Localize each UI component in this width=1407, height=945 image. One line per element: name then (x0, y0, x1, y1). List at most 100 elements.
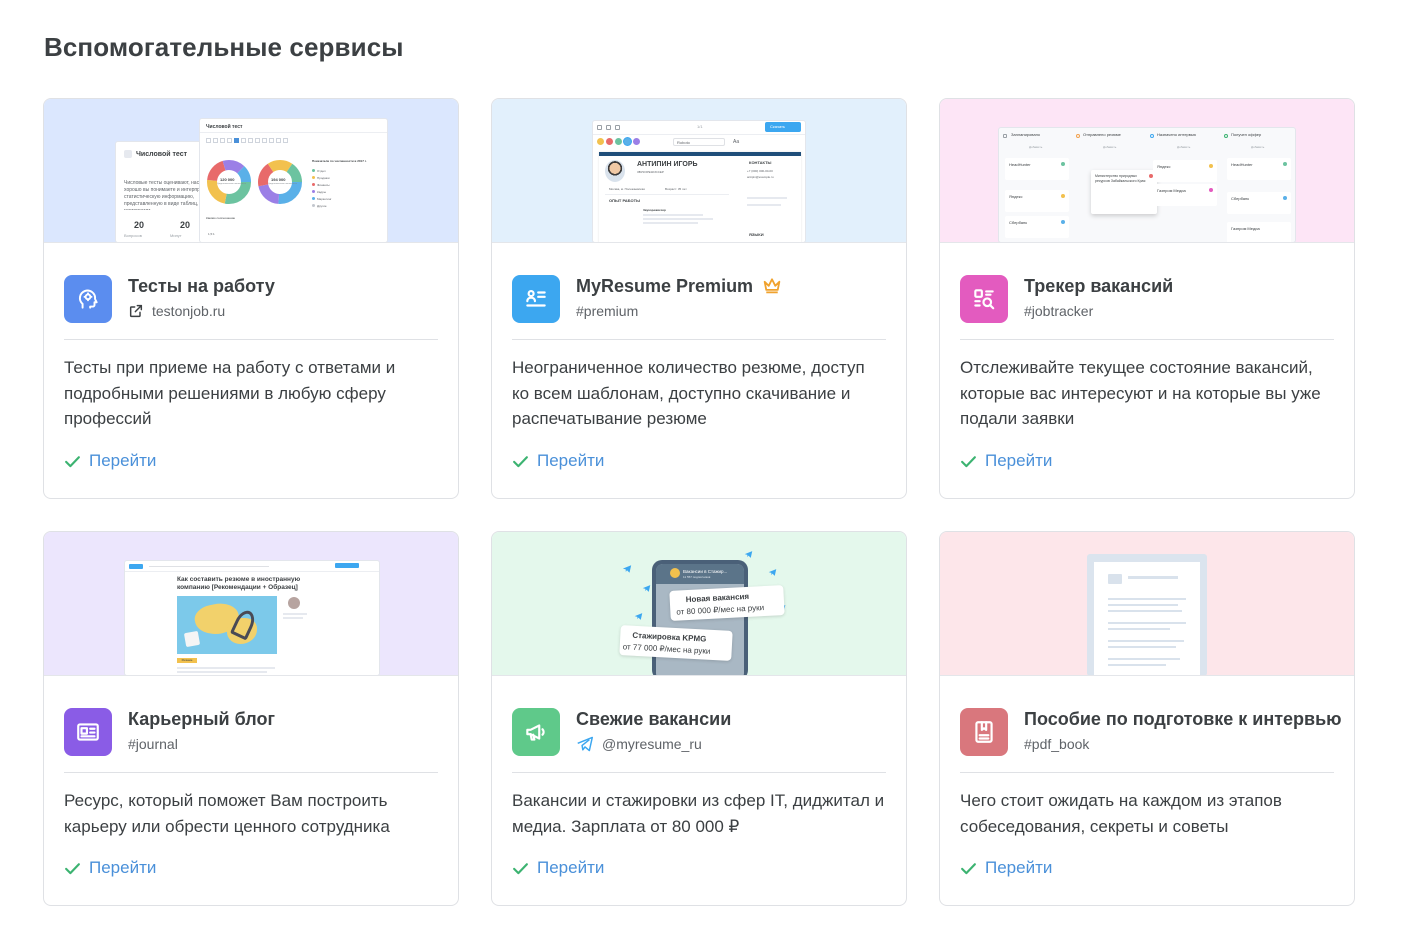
card-subtitle: #premium (576, 303, 638, 319)
banner-donut-chart-1 (207, 160, 251, 204)
banner-contact-email: antipin@example.ru (747, 175, 774, 179)
card-divider (960, 339, 1334, 340)
banner-font-select: Roboto (673, 138, 725, 146)
card-subtitle-text: #journal (128, 736, 178, 752)
card-title: Пособие по подготовке к интервью (1024, 709, 1342, 729)
card-divider (64, 339, 438, 340)
paper-plane-icon (622, 565, 632, 573)
banner-kanban-screenshot: Запланировано Отправлено резюме Назначен… (998, 127, 1296, 242)
check-icon (961, 862, 976, 874)
paper-plane-icon (744, 551, 753, 558)
go-link[interactable]: Перейти (64, 858, 156, 878)
banner-donut-chart-2 (258, 160, 302, 204)
go-link-label[interactable]: Перейти (89, 858, 156, 878)
banner-stat-questions: 20 (134, 220, 145, 230)
banner-add-card: Добавить (1103, 145, 1117, 149)
card-subtitle: #pdf_book (1024, 736, 1089, 752)
page-title: Вспомогательные сервисы (44, 32, 404, 62)
banner-donut-1-value: 120 000 (220, 177, 235, 182)
service-card-blog[interactable]: Как составить резюме в иностранную компа… (43, 531, 459, 906)
banner-resume-role: ЗВУКОРЕЖИССЕР (637, 170, 664, 174)
banner-job-card: HeadHunter (1231, 162, 1253, 167)
newspaper-icon (64, 708, 112, 756)
banner-legend-item: Кадры (317, 189, 326, 194)
banner-job-card: Сбербанк (1009, 220, 1027, 225)
banner-job-card: Министерство природных ресурсов Забайкал… (1095, 174, 1146, 183)
card-description: Вакансии и стажировки из сфер IT, диджит… (512, 791, 885, 836)
banner-column-header: Запланировано (1011, 132, 1040, 137)
check-icon (513, 455, 528, 467)
resume-list-icon (512, 275, 560, 323)
banner-message-text: от 77 000 ₽/мес на руки (622, 642, 711, 656)
paper-plane-icon (634, 613, 643, 620)
go-link-label[interactable]: Перейти (89, 451, 156, 471)
banner-color-swatches (597, 138, 640, 145)
go-link[interactable]: Перейти (960, 451, 1052, 471)
card-divider (512, 772, 886, 773)
card-subtitle: #journal (128, 736, 178, 752)
card-subtitle[interactable]: testonjob.ru (128, 303, 225, 319)
banner-add-card: Добавить (1251, 145, 1265, 149)
paper-plane-icon (642, 585, 651, 592)
banner-resume-age: Возраст: 35 лет (665, 187, 687, 191)
banner-column-header: Отправлено резюме (1083, 132, 1121, 137)
banner-resume-page: АНТИПИН ИГОРЬ ЗВУКОРЕЖИССЕР Москва, м. П… (599, 152, 801, 242)
go-link-label[interactable]: Перейти (985, 858, 1052, 878)
banner-stat-questions-label: Вопросов (124, 233, 142, 238)
check-icon (65, 455, 80, 467)
go-link-label[interactable]: Перейти (537, 451, 604, 471)
banner-back-title: Числовой тест (136, 151, 188, 158)
card-subtitle-text: #pdf_book (1024, 736, 1090, 752)
go-link[interactable]: Перейти (512, 451, 604, 471)
go-link[interactable]: Перейти (64, 451, 156, 471)
banner-add-card: Добавить (1177, 145, 1191, 149)
banner-section-contacts: КОНТАКТЫ (749, 160, 772, 165)
banner-resume-location: Москва, м. Полежаевская (609, 187, 645, 191)
crown-icon (763, 278, 781, 294)
card-banner-tests: Числовой тест Числовые тесты оценивают, … (44, 99, 458, 243)
card-divider (512, 339, 886, 340)
banner-resume-editor-screenshot: 1/1 Скачать Roboto Aa АНТИПИН ИГОРЬ ЗВУК… (592, 120, 806, 242)
card-divider (960, 772, 1334, 773)
service-card-vacancies[interactable]: Вакансии в Стажир... 11 557 подписчиков … (491, 531, 907, 906)
telegram-icon (577, 736, 593, 752)
card-banner-vacancies: Вакансии в Стажир... 11 557 подписчиков … (492, 532, 906, 676)
paper-plane-icon (768, 569, 777, 576)
banner-donut-2-value: 194 000 (271, 177, 286, 182)
card-title: Трекер вакансий (1024, 276, 1174, 296)
banner-answer-option: 1,5:1 (208, 232, 215, 236)
service-card-interview-book[interactable]: Пособие по подготовке к интервью #pdf_bo… (939, 531, 1355, 906)
banner-front-title: Числовой тест (206, 124, 243, 130)
banner-blog-article-screenshot: Как составить резюме в иностранную компа… (124, 560, 380, 675)
banner-column-header: Получен оффер (1231, 132, 1262, 137)
banner-book-cover (1087, 554, 1207, 675)
banner-donut-2-label: Среднесписочная численность (268, 183, 297, 185)
banner-job-card: Яндекс (1009, 194, 1023, 199)
card-description: Отслеживайте текущее состояние вакансий,… (960, 358, 1321, 428)
banner-avatar (605, 160, 625, 182)
card-title: Карьерный блог (128, 709, 275, 729)
service-card-tests[interactable]: Числовой тест Числовые тесты оценивают, … (43, 98, 459, 499)
service-card-jobtracker[interactable]: Запланировано Отправлено резюме Назначен… (939, 98, 1355, 499)
card-subtitle-text: testonjob.ru (152, 303, 226, 319)
service-card-premium[interactable]: 1/1 Скачать Roboto Aa АНТИПИН ИГОРЬ ЗВУК… (491, 98, 907, 499)
banner-message-internship: Стажировка KPMG от 77 000 ₽/мес на руки (619, 625, 733, 661)
go-link-label[interactable]: Перейти (537, 858, 604, 878)
banner-article-author (288, 597, 300, 609)
banner-contact-phone: +7 (000) 000-00-00 (747, 169, 773, 173)
search-document-icon (960, 275, 1008, 323)
banner-stat-minutes: 20 (180, 220, 191, 230)
go-link-label[interactable]: Перейти (985, 451, 1052, 471)
check-icon (961, 455, 976, 467)
card-subtitle-text: @myresume_ru (602, 736, 702, 752)
go-link[interactable]: Перейти (960, 858, 1052, 878)
banner-legend: Отдел Продажи Финансы Кадры Маркетинг Др… (312, 167, 332, 209)
banner-download-button: Скачать (765, 122, 801, 132)
card-banner-interview-book (940, 532, 1354, 676)
banner-job-card: Газпром Медиа (1157, 188, 1186, 193)
card-subtitle[interactable]: @myresume_ru (576, 736, 702, 752)
book-icon (960, 708, 1008, 756)
card-title: MyResume Premium (576, 276, 782, 297)
go-link[interactable]: Перейти (512, 858, 604, 878)
banner-article-tag: Резюме (177, 658, 197, 663)
